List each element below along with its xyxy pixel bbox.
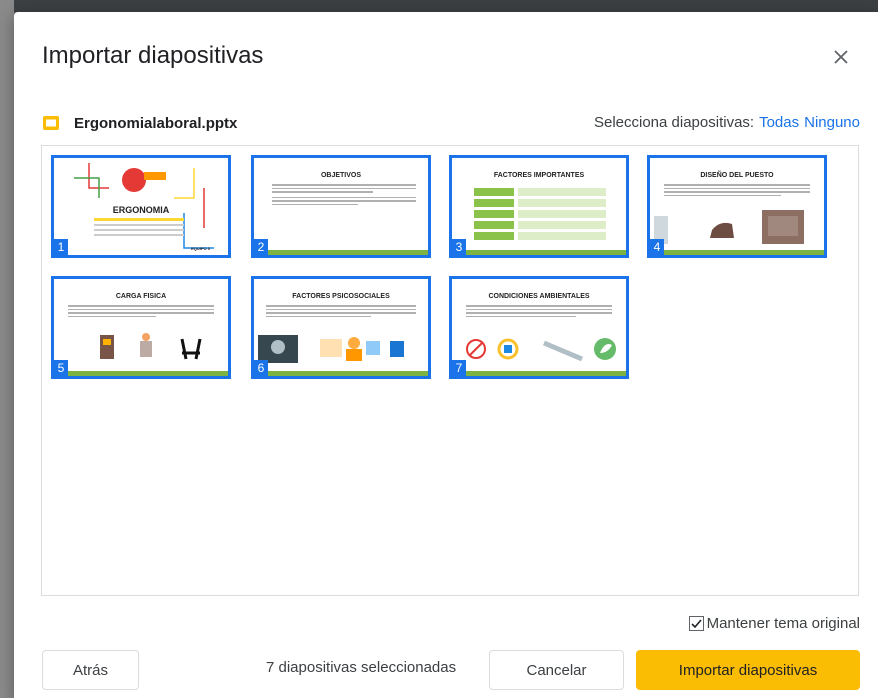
slide-thumbnail-1[interactable]: ERGONOMIA EQUIPO 5 1	[51, 155, 231, 258]
slide-number: 3	[452, 239, 466, 255]
selected-count: 7 diapositivas seleccionadas	[266, 659, 457, 676]
slide-number: 5	[54, 360, 68, 376]
close-icon	[834, 50, 848, 64]
slide-grid: ERGONOMIA EQUIPO 5 1 OBJETIVOS 2 FACTORE…	[41, 145, 859, 596]
slide-preview: DISEÑO DEL PUESTO	[650, 158, 824, 255]
keep-theme-checkbox[interactable]	[688, 616, 704, 631]
slide-thumbnail-6[interactable]: FACTORES PSICOSOCIALES 6	[251, 276, 431, 379]
slide-preview: OBJETIVOS	[254, 158, 428, 255]
cancel-button[interactable]: Cancelar	[489, 650, 624, 690]
slide-preview: ERGONOMIA EQUIPO 5	[54, 158, 228, 255]
slide-title: OBJETIVOS	[320, 172, 362, 179]
slide-selection-controls: Selecciona diapositivas: Todas Ninguno	[594, 114, 860, 131]
slide-thumbnail-7[interactable]: CONDICIONES AMBIENTALES 7	[449, 276, 629, 379]
slide-thumbnail-3[interactable]: FACTORES IMPORTANTES 3	[449, 155, 629, 258]
slide-footer-bar	[650, 250, 824, 255]
keep-theme-label: Mantener tema original	[706, 615, 860, 632]
slide-number: 6	[254, 360, 268, 376]
slide-number: 4	[650, 239, 664, 255]
keep-theme-option: Mantener tema original	[688, 615, 860, 632]
check-icon	[691, 619, 702, 629]
file-row: Ergonomialaboral.pptx	[42, 112, 237, 134]
back-button[interactable]: Atrás	[42, 650, 139, 690]
slide-title: ERGONOMIA	[112, 205, 170, 215]
slide-thumbnail-4[interactable]: DISEÑO DEL PUESTO 4	[647, 155, 827, 258]
file-name: Ergonomialaboral.pptx	[74, 114, 238, 132]
select-none-link[interactable]: Ninguno	[804, 114, 860, 131]
selection-label: Selecciona diapositivas:	[593, 114, 755, 131]
slide-footer-bar	[54, 371, 228, 376]
slide-thumbnail-5[interactable]: CARGA FISICA 5	[51, 276, 231, 379]
select-all-link[interactable]: Todas	[759, 114, 799, 131]
slide-footer-bar	[452, 371, 626, 376]
import-slides-button[interactable]: Importar diapositivas	[636, 650, 860, 690]
slide-number: 1	[54, 239, 68, 255]
slide-thumbnail-2[interactable]: OBJETIVOS 2	[251, 155, 431, 258]
slide-footer-text: EQUIPO 5	[191, 246, 210, 251]
slide-7-graphic	[466, 338, 616, 362]
slide-footer-bar	[452, 250, 626, 255]
import-slides-dialog: Importar diapositivas Ergonomialaboral.p…	[14, 12, 878, 698]
slide-text-lines	[272, 184, 416, 207]
slide-number: 2	[254, 239, 268, 255]
slide-preview: CONDICIONES AMBIENTALES	[452, 279, 626, 376]
slide-number: 7	[452, 360, 466, 376]
slides-file-icon	[43, 116, 59, 130]
close-button[interactable]	[826, 42, 856, 72]
slide-preview: FACTORES PSICOSOCIALES	[254, 279, 428, 376]
slide-footer-bar	[254, 250, 428, 255]
slide-preview: FACTORES IMPORTANTES	[452, 158, 626, 255]
slide-5-graphic	[100, 333, 202, 360]
slide-6-graphic	[258, 335, 404, 363]
slide-4-graphic	[654, 210, 804, 244]
background-editor-edge	[0, 0, 14, 698]
background-toolbar	[0, 0, 878, 12]
slide-preview: CARGA FISICA	[54, 279, 228, 376]
dialog-title: Importar diapositivas	[42, 42, 264, 69]
slide-3-graphic	[474, 188, 606, 240]
slide-footer-bar	[254, 371, 428, 376]
